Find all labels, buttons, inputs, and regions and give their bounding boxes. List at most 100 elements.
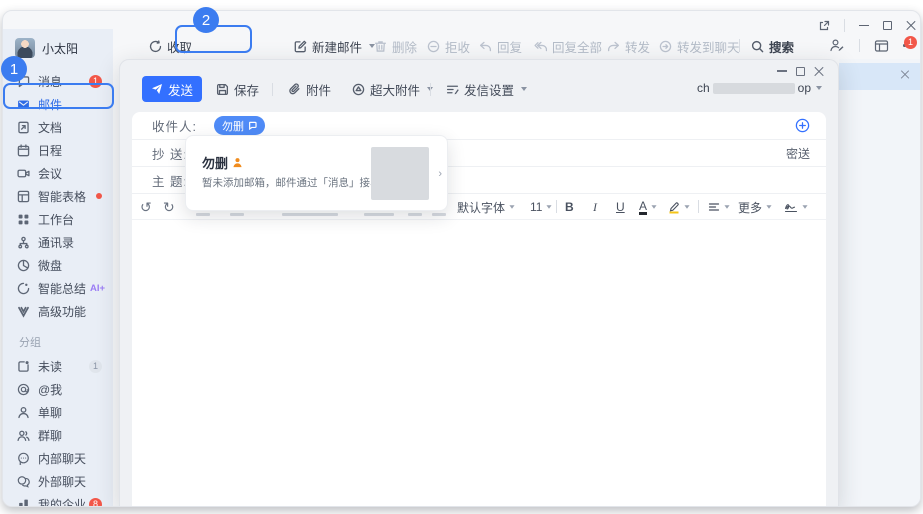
sidebar-item-unread[interactable]: 未读 1 [7,355,109,377]
sidebar-nav: 消息 1 邮件 文档 日程 会议 智能表格 工作台 通讯录 微盘 智能总结 AI… [3,66,113,506]
message-body-editor[interactable] [132,220,826,506]
group-header: 分组 [19,337,41,349]
tooltip-description: 暂未添加邮箱，邮件通过「消息」接收 [202,177,381,189]
advanced-icon [18,306,29,318]
reply-icon [479,41,492,51]
send-button[interactable]: 发送 [142,76,202,102]
hidden-tool-stub [196,213,210,216]
double-bubble-icon [17,475,30,488]
person-icon [18,406,29,418]
font-size-select[interactable]: 11 [530,194,553,220]
document-icon [18,121,29,133]
compose-icon [294,40,307,52]
bcc-link[interactable]: 密送 [786,145,810,162]
large-attachment-button[interactable]: 超大附件 [352,79,434,99]
maximize-icon[interactable] [883,21,892,30]
sidebar-item-direct-chat[interactable]: 单聊 [7,401,109,423]
forward-to-chat-button[interactable]: 转发到聊天 [659,31,740,61]
screen: 1 小太阳 消息 1 邮件 文档 日程 会议 智能表格 工作台 通讯录 微盘 智… [0,0,923,514]
redo-button[interactable]: ↻ [163,194,175,220]
chat-forward-icon [659,40,672,52]
workbench-icon [18,214,29,224]
align-lines-icon [708,203,720,211]
hidden-tool-stub [408,213,422,216]
calendar-icon [17,143,30,156]
close-pane-icon[interactable] [901,70,910,79]
annotation-step-2: 2 [193,7,219,33]
settings-lines-icon [446,85,459,94]
italic-button[interactable]: I [593,194,597,220]
hidden-tool-stub [282,213,338,216]
sidebar-item-internal-chat[interactable]: 内部聊天 [7,447,109,469]
ai-summary-icon [17,282,30,294]
reply-all-button[interactable]: 回复全部 [534,31,602,61]
sidebar-item-drive[interactable]: 微盘 [7,254,109,276]
redacted-thumbnail [371,147,429,200]
minimize-icon[interactable] [859,24,869,27]
reply-button[interactable]: 回复 [479,31,522,61]
send-settings-button[interactable]: 发信设置 [446,79,528,99]
company-badge: 8 [89,497,102,506]
sidebar-item-meeting[interactable]: 会议 [7,162,109,184]
attachment-button[interactable]: 附件 [288,79,331,99]
hidden-tool-stub [364,213,394,216]
align-button[interactable] [708,194,730,220]
recipient-chip[interactable]: 勿删 [214,116,265,135]
popout-icon[interactable] [818,20,830,32]
sidebar-item-my-company[interactable]: 我的企业 8 [7,493,109,506]
compose-button[interactable]: 新建邮件 [294,31,376,61]
chevron-right-icon[interactable]: › [438,168,442,180]
underline-button[interactable]: U [616,194,625,220]
trash-icon [374,40,387,52]
sidebar-item-mentions[interactable]: @我 [7,378,109,400]
reject-button[interactable]: 拒收 [427,31,470,61]
sidebar-item-group-chat[interactable]: 群聊 [7,424,109,446]
forward-button[interactable]: 转发 [607,31,650,61]
signature-icon [784,204,798,213]
highlight-button[interactable] [668,194,690,220]
sidebar-item-calendar[interactable]: 日程 [7,139,109,161]
add-recipient-icon[interactable] [795,118,810,133]
divider [739,39,740,52]
more-format-button[interactable]: 更多 [738,194,772,220]
annotation-step-1: 1 [1,56,27,82]
meeting-icon [17,169,30,177]
avatar [15,38,35,58]
app-window: 1 小太阳 消息 1 邮件 文档 日程 会议 智能表格 工作台 通讯录 微盘 智… [2,10,921,507]
block-icon [427,40,440,52]
from-account-selector[interactable]: ch op [697,81,822,95]
recipient-tooltip: 勿删 暂未添加邮箱，邮件通过「消息」接收 › [185,135,448,211]
people-icon [17,430,30,441]
chat-bubble-icon [249,121,257,130]
undo-button[interactable]: ↺ [140,194,152,220]
sidebar-item-contacts[interactable]: 通讯录 [7,231,109,253]
bold-button[interactable]: B [565,194,574,220]
unread-icon [18,360,29,372]
close-icon[interactable] [906,21,916,31]
at-icon [17,383,30,395]
save-button[interactable]: 保存 [216,79,259,99]
compose-window: 发送 保存 附件 超大附件 发信设置 ch op 收件人: 勿删 抄 送: 密送… [119,59,839,506]
paperclip-icon [289,82,300,94]
divider [698,200,699,213]
tooltip-title-row: 勿删 [202,153,243,172]
to-label: 收件人: [152,120,197,134]
font-color-button[interactable]: A [639,194,657,220]
person-orange-icon [233,158,242,168]
sidebar-item-docs[interactable]: 文档 [7,116,109,138]
sidebar-item-ai-summary[interactable]: 智能总结 AI+ [7,277,109,299]
search-button[interactable]: 搜索 [751,31,794,61]
signature-button[interactable] [784,194,808,220]
refresh-icon [149,39,162,52]
sidebar-item-external-chat[interactable]: 外部聊天 [7,470,109,492]
delete-button[interactable]: 删除 [374,31,417,61]
sidebar-item-workbench[interactable]: 工作台 [7,208,109,230]
annotation-box-mail-item [3,83,114,109]
company-icon [19,499,28,506]
sidebar-item-smart-table[interactable]: 智能表格 [7,185,109,207]
sidebar-item-advanced[interactable]: 高级功能 [7,300,109,322]
divider [272,83,273,96]
font-family-select[interactable]: 默认字体 [457,194,515,220]
minimize-icon[interactable] [777,70,787,72]
count-badge: 1 [89,359,102,373]
